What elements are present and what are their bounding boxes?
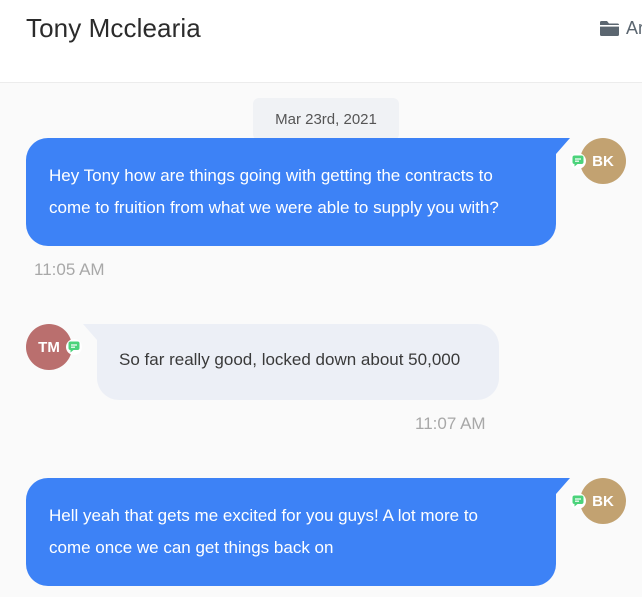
- message-timestamp: 11:07 AM: [415, 414, 486, 433]
- conversation-header: Tony Mcclearia Ar: [0, 0, 642, 83]
- contact-name: Tony Mcclearia: [26, 13, 201, 43]
- message-bubble-outgoing[interactable]: Hey Tony how are things going with getti…: [26, 138, 570, 246]
- date-divider: Mar 23rd, 2021: [253, 98, 399, 140]
- message-line: So far really good, locked down about 50…: [119, 350, 461, 369]
- message-line: come once we can get things back on: [49, 538, 334, 557]
- message-bubble-outgoing[interactable]: Hell yeah that gets me excited for you g…: [26, 478, 570, 586]
- sms-icon: [570, 153, 586, 169]
- archive-label: Ar: [626, 18, 642, 38]
- message-thread[interactable]: Mar 23rd, 2021 Hey Tony how are things g…: [0, 83, 642, 597]
- avatar-bk[interactable]: BK: [580, 138, 626, 184]
- folder-icon: [599, 20, 620, 37]
- archive-button[interactable]: Ar: [599, 18, 642, 39]
- message-line: come to fruition from what we were able …: [49, 198, 499, 217]
- sms-icon: [66, 339, 82, 355]
- sms-icon: [570, 493, 586, 509]
- message-bubble-incoming[interactable]: So far really good, locked down about 50…: [83, 324, 499, 400]
- message-timestamp: 11:05 AM: [34, 260, 105, 279]
- avatar-bk[interactable]: BK: [580, 478, 626, 524]
- message-line: Hell yeah that gets me excited for you g…: [49, 506, 479, 525]
- message-line: Hey Tony how are things going with getti…: [49, 166, 493, 185]
